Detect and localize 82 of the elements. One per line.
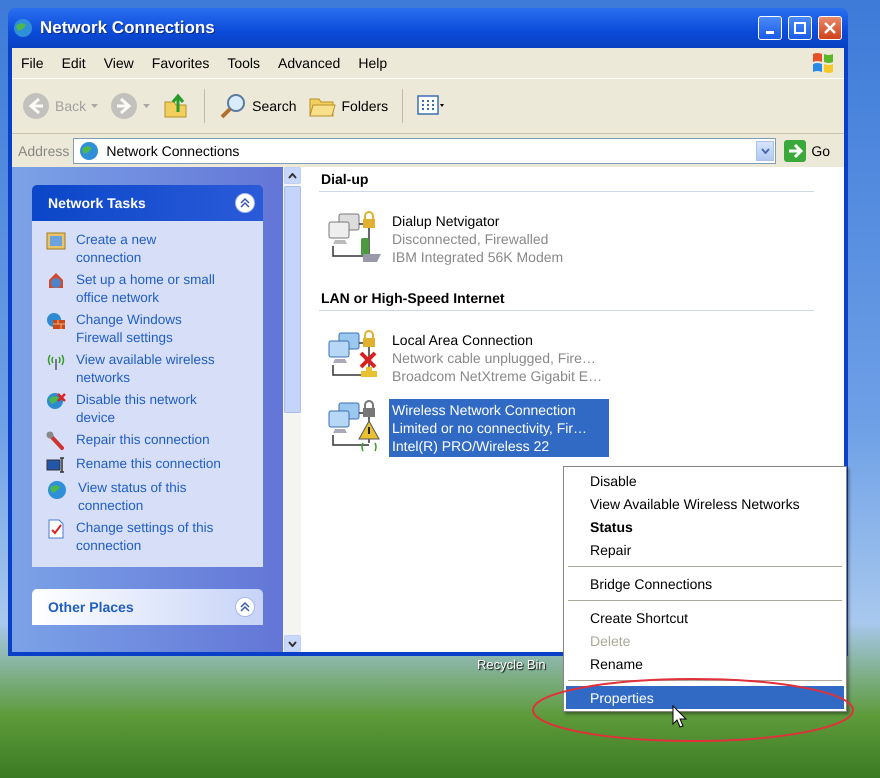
panel-title: Network Tasks <box>48 195 146 211</box>
chevron-down-icon <box>760 148 770 154</box>
task-link[interactable]: Rename this connection <box>76 455 222 473</box>
connection-status: Network cable unplugged, Fire… <box>392 349 597 367</box>
context-menu-item[interactable]: Status <box>566 515 844 538</box>
context-menu-item[interactable]: Create Shortcut <box>566 606 844 629</box>
disable-device-icon <box>46 391 66 411</box>
wrench-icon <box>46 431 66 451</box>
connection-device: Broadcom NetXtreme Gigabit E… <box>392 367 604 385</box>
chevron-up-icon <box>288 172 296 178</box>
context-menu-item[interactable]: Bridge Connections <box>566 572 844 595</box>
dropdown-caret-icon <box>143 104 150 108</box>
chevron-down-icon <box>288 640 296 646</box>
connection-name: Dialup Netvigator <box>392 212 500 230</box>
task-panel-header[interactable]: Other Places <box>32 589 263 625</box>
connection-item[interactable]: Wireless Network Connection Limited or no connectivity, Fir… Intel(R) PRO/Wireless 22 <box>389 399 609 457</box>
panel-title: Other Places <box>48 599 134 615</box>
search-icon <box>219 92 248 120</box>
address-field[interactable]: Network Connections <box>73 138 776 164</box>
minimize-icon <box>766 30 774 34</box>
connection-status: Disconnected, Firewalled <box>392 230 550 248</box>
maximize-icon <box>794 22 806 34</box>
task-link[interactable]: View status of this connection <box>78 479 224 515</box>
task-link[interactable]: Disable this network device <box>76 391 222 427</box>
context-menu-item[interactable]: View Available Wireless Networks <box>566 492 844 515</box>
network-globe-icon <box>12 17 34 39</box>
group-heading: Dial-up <box>319 171 814 192</box>
menu-item[interactable]: View <box>94 55 143 71</box>
firewall-icon <box>46 311 66 331</box>
minimize-button[interactable] <box>758 16 782 40</box>
connection-name: Wireless Network Connection <box>392 401 577 419</box>
menu-item[interactable]: Advanced <box>269 55 350 71</box>
go-button[interactable]: Go <box>780 140 838 162</box>
menu-item[interactable]: Edit <box>52 55 95 71</box>
connection-item[interactable]: Local Area Connection Network cable unplugged, Fire… Broadcom NetXtreme Gigabit E… <box>389 329 609 387</box>
menu-item[interactable]: Tools <box>218 55 270 71</box>
maximize-button[interactable] <box>788 16 812 40</box>
double-chevron-up-icon <box>240 602 250 612</box>
address-label: Address <box>18 142 70 158</box>
double-chevron-up-icon <box>240 198 250 208</box>
menu-item[interactable]: Favorites <box>142 55 218 71</box>
connection-device: Intel(R) PRO/Wireless 22 <box>392 437 550 455</box>
windows-flag-icon <box>810 51 836 75</box>
task-link[interactable]: Set up a home or small office network <box>76 271 222 307</box>
home-network-icon <box>46 271 66 291</box>
globe-icon <box>46 479 68 501</box>
scroll-up-button[interactable] <box>284 167 300 184</box>
collapse-button[interactable] <box>235 597 255 617</box>
scrollbar[interactable] <box>283 167 301 652</box>
search-button[interactable]: Search <box>215 90 300 122</box>
collapse-button[interactable] <box>235 193 255 213</box>
window-title: Network Connections <box>40 18 216 38</box>
close-button[interactable] <box>818 16 842 40</box>
context-menu-item[interactable]: Properties <box>566 686 844 709</box>
folders-button[interactable]: Folders <box>304 90 392 122</box>
connection-status: Limited or no connectivity, Fir… <box>392 419 588 437</box>
task-panel-header[interactable]: Network Tasks <box>32 185 263 221</box>
task-link[interactable]: View available wireless networks <box>76 351 222 387</box>
task-link[interactable]: Change Windows Firewall settings <box>76 311 222 347</box>
arrow-right-icon <box>784 140 806 162</box>
context-menu-item[interactable]: Repair <box>566 538 844 561</box>
task-link[interactable]: Create a new connection <box>76 231 222 267</box>
connection-name: Local Area Connection <box>392 331 534 349</box>
context-menu-item[interactable]: Disable <box>566 469 844 492</box>
menu-item[interactable]: Help <box>349 55 396 71</box>
rename-icon <box>46 455 66 475</box>
connection-item[interactable]: Dialup Netvigator Disconnected, Firewalled IBM Integrated 56K Modem <box>389 210 609 268</box>
task-link[interactable]: Repair this connection <box>76 431 222 449</box>
document-check-icon <box>46 519 66 539</box>
scroll-down-button[interactable] <box>284 635 300 652</box>
close-icon <box>824 22 836 34</box>
scroll-thumb[interactable] <box>284 186 300 413</box>
connection-device: IBM Integrated 56K Modem <box>392 248 564 266</box>
new-connection-icon <box>46 231 66 251</box>
dropdown-caret-icon <box>91 104 98 108</box>
context-menu-item[interactable]: Rename <box>566 652 844 675</box>
views-icon <box>417 94 446 118</box>
menu-item[interactable]: File <box>12 55 53 71</box>
task-link[interactable]: Change settings of this connection <box>76 519 222 555</box>
group-heading: LAN or High-Speed Internet <box>319 290 814 311</box>
address-dropdown-button[interactable] <box>756 140 774 160</box>
network-globe-icon <box>78 140 100 162</box>
